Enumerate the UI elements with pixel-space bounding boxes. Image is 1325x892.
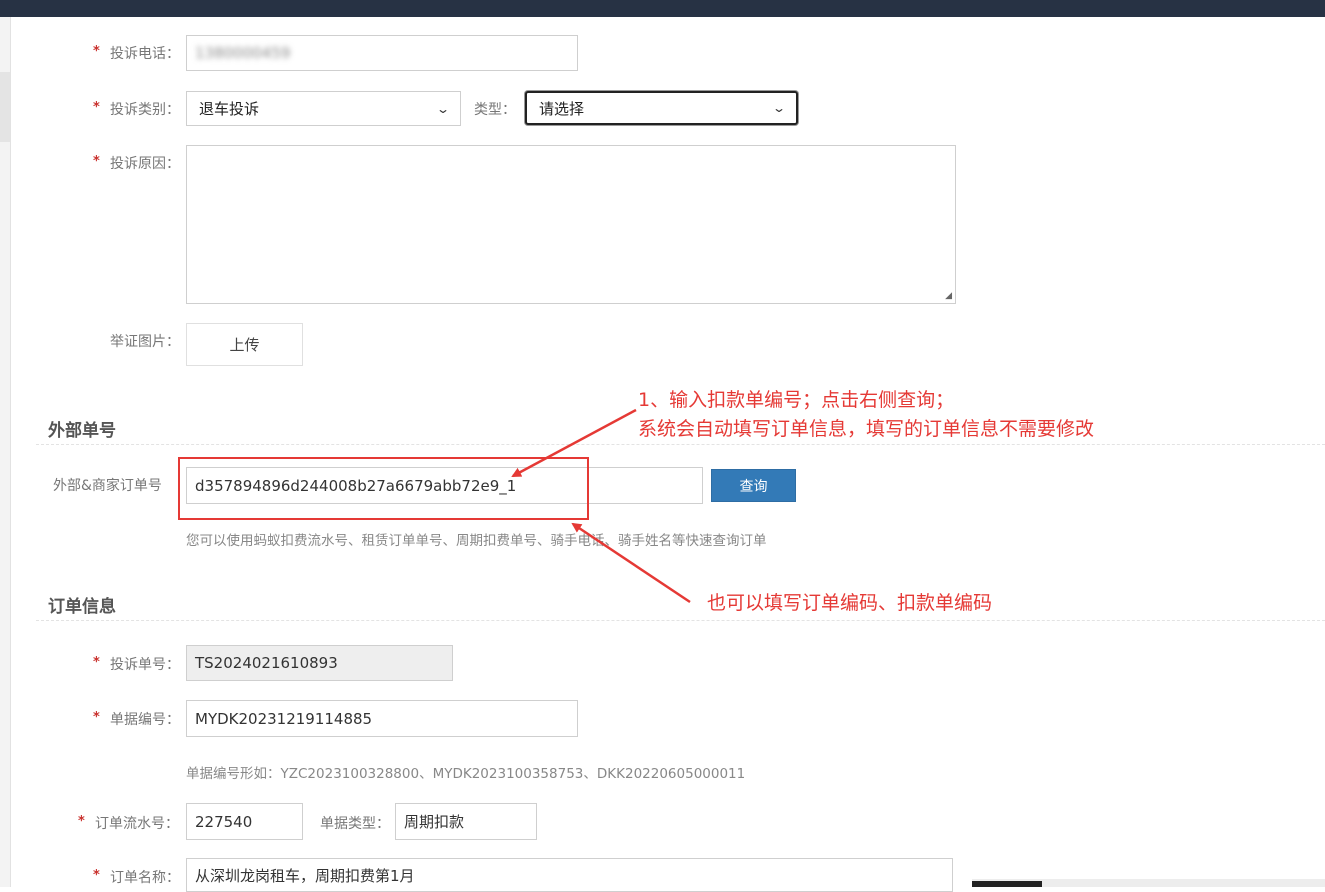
scrollbar-thumb[interactable] — [972, 881, 1042, 887]
annotation-arrows — [511, 408, 691, 604]
arrow-to-hint-icon — [571, 522, 691, 604]
horizontal-scrollbar[interactable] — [972, 879, 1325, 887]
arrow-to-order-input-icon — [511, 408, 637, 478]
